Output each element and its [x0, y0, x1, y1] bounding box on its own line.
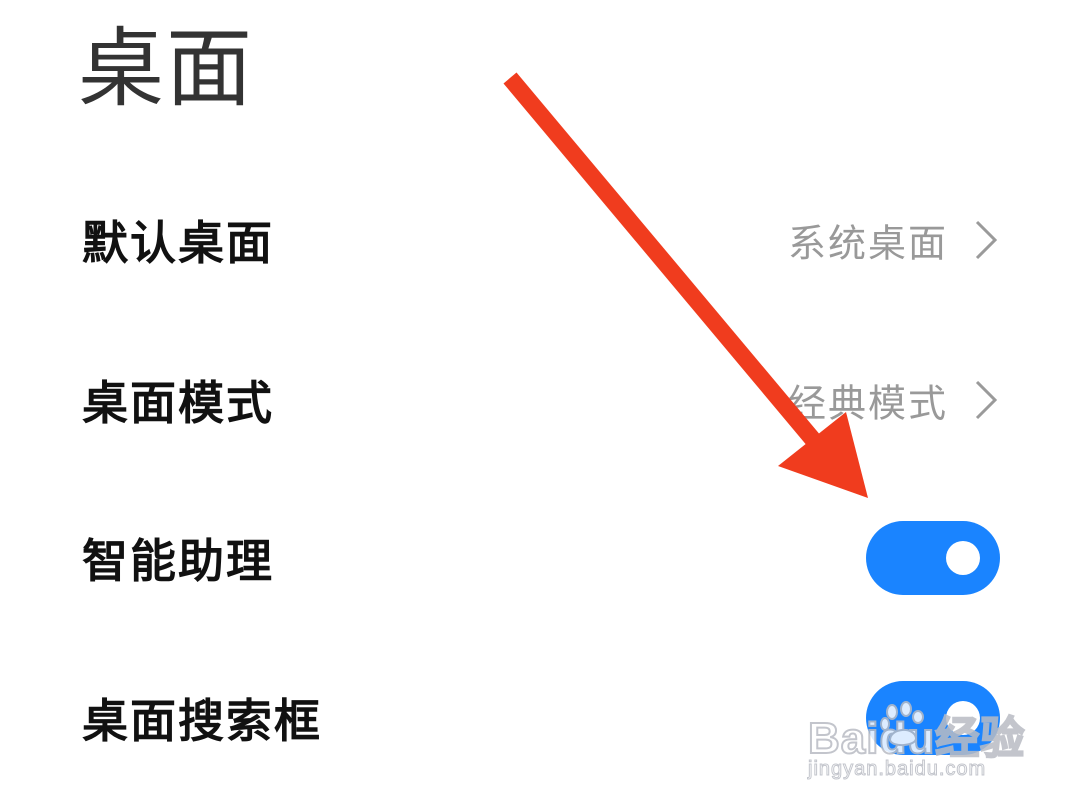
setting-label: 桌面模式	[82, 376, 274, 430]
watermark-url: jingyan.baidu.com	[807, 758, 987, 781]
setting-label: 桌面搜索框	[82, 694, 322, 748]
setting-row-default-launcher[interactable]: 默认桌面 系统桌面	[0, 180, 1080, 300]
baidu-watermark: Baidu经验 jingyan.baidu.com	[807, 701, 1025, 788]
chevron-right-icon	[975, 380, 998, 420]
setting-value: 经典模式	[787, 381, 948, 426]
setting-value: 系统桌面	[787, 221, 948, 266]
smart-assistant-toggle[interactable]	[866, 521, 1000, 595]
paw-icon	[880, 701, 924, 746]
chevron-right-icon	[975, 220, 998, 260]
setting-label: 默认桌面	[82, 216, 274, 270]
page-title: 桌面	[78, 19, 254, 119]
setting-label: 智能助理	[82, 534, 274, 588]
setting-row-launcher-mode[interactable]: 桌面模式 经典模式	[0, 340, 1080, 460]
toggle-knob	[946, 541, 980, 575]
setting-row-smart-assistant: 智能助理	[0, 498, 1080, 618]
